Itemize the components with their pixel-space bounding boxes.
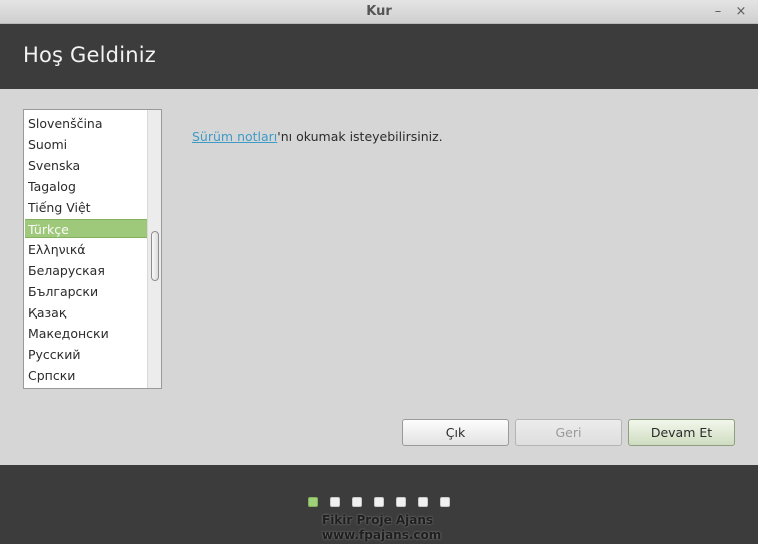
progress-step-dot	[308, 497, 318, 507]
language-item[interactable]: Tagalog	[25, 177, 147, 196]
progress-step-dot	[440, 497, 450, 507]
watermark-line-1: Fikir Proje Ajans	[322, 513, 434, 527]
language-item[interactable]: Ελληνικά	[25, 240, 147, 259]
release-notes-text: Sürüm notları'nı okumak isteyebilirsiniz…	[192, 129, 443, 144]
release-notes-link[interactable]: Sürüm notları	[192, 129, 277, 144]
progress-step-dot	[330, 497, 340, 507]
window-title: Kur	[366, 4, 392, 19]
next-button[interactable]: Devam Et	[628, 419, 735, 446]
back-button[interactable]: Geri	[515, 419, 622, 446]
scrollbar-thumb[interactable]	[151, 231, 159, 281]
language-item[interactable]: Suomi	[25, 135, 147, 154]
language-item[interactable]: Српски	[25, 366, 147, 385]
progress-step-dot	[352, 497, 362, 507]
watermark: Fikir Proje Ajans www.fpajans.com	[322, 513, 441, 543]
quit-button[interactable]: Çık	[402, 419, 509, 446]
language-item[interactable]: Қазақ	[25, 303, 147, 322]
progress-step-dot	[396, 497, 406, 507]
watermark-line-2: www.fpajans.com	[322, 528, 442, 542]
progress-step-dot	[374, 497, 384, 507]
language-item[interactable]: Svenska	[25, 156, 147, 175]
language-item[interactable]: Slovenščina	[25, 114, 147, 133]
language-list[interactable]: Slovenščina Suomi Svenska Tagalog Tiếng Việt…	[23, 109, 162, 389]
page-header: Hoş Geldiniz	[0, 24, 758, 89]
minimize-icon[interactable]: –	[709, 3, 727, 21]
progress-step-dot	[418, 497, 428, 507]
language-item[interactable]: Македонски	[25, 324, 147, 343]
window-titlebar: Kur – ×	[0, 0, 758, 24]
language-item[interactable]: Беларуская	[25, 261, 147, 280]
close-icon[interactable]: ×	[732, 3, 750, 21]
language-item[interactable]: Tiếng Việt	[25, 198, 147, 217]
language-item[interactable]: Български	[25, 282, 147, 301]
language-item[interactable]: Русский	[25, 345, 147, 364]
release-notes-suffix: 'nı okumak isteyebilirsiniz.	[277, 129, 443, 144]
language-item[interactable]: Türkçe	[25, 219, 147, 238]
language-list-scrollbar[interactable]	[147, 110, 161, 388]
page-title: Hoş Geldiniz	[23, 43, 157, 67]
